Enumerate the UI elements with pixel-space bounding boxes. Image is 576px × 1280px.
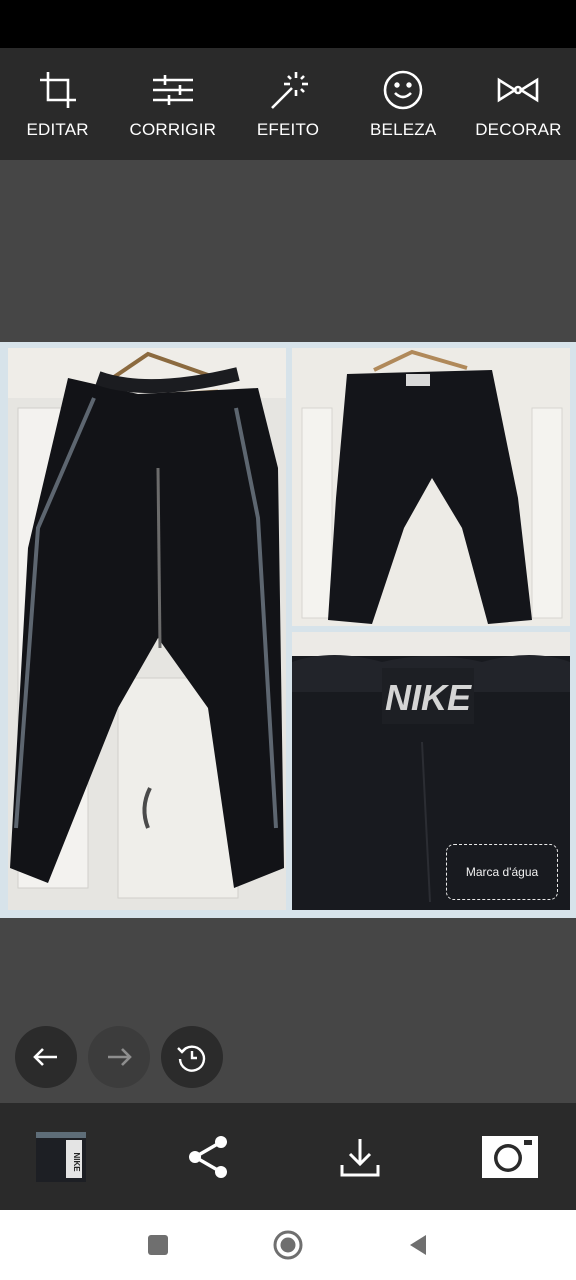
redo-button[interactable] (88, 1026, 150, 1088)
square-icon (148, 1235, 168, 1255)
history-button[interactable] (161, 1026, 223, 1088)
tool-corrigir[interactable]: CORRIGIR (115, 48, 230, 160)
tool-beleza[interactable]: BELEZA (346, 48, 461, 160)
tool-label: BELEZA (370, 120, 437, 139)
arrow-right-icon (108, 1048, 132, 1066)
recents-button[interactable] (138, 1225, 178, 1265)
gallery-thumbnail[interactable]: NIKE (36, 1103, 86, 1210)
circle-home-icon (273, 1230, 303, 1260)
crop-icon (39, 72, 76, 108)
camera-icon (482, 1135, 538, 1178)
smile-icon (383, 70, 423, 110)
sliders-icon (152, 75, 193, 105)
pants-back-image (292, 348, 570, 626)
bow-tie-icon (498, 77, 539, 103)
home-button[interactable] (268, 1225, 308, 1265)
photo-pants-back[interactable] (292, 348, 570, 626)
tool-efeito[interactable]: EFEITO (230, 48, 345, 160)
share-button[interactable] (180, 1103, 236, 1210)
history-clock-icon (177, 1045, 206, 1072)
photo-collage[interactable]: NIKE (0, 342, 576, 918)
watermark-label: Marca d'água (465, 865, 539, 879)
tool-label: DECORAR (475, 120, 562, 139)
pants-front-image (8, 348, 286, 910)
photo-pants-front[interactable] (8, 348, 286, 910)
watermark-button[interactable]: Marca d'água (446, 844, 558, 900)
tool-label: EFEITO (256, 120, 320, 139)
share-icon (189, 1135, 227, 1178)
tool-label: EDITAR (26, 120, 89, 139)
nike-logo-text: NIKE (385, 677, 472, 718)
magic-wand-icon (271, 72, 308, 109)
download-icon (340, 1138, 380, 1176)
thumbnail-image: NIKE (36, 1131, 86, 1182)
thumbnail-art: NIKE (36, 1131, 86, 1182)
triangle-back-icon (410, 1235, 426, 1255)
system-nav-bar (0, 1210, 576, 1280)
tool-decorar[interactable]: DECORAR (461, 48, 576, 160)
tool-editar[interactable]: EDITAR (0, 48, 115, 160)
editor-toolbar: EDITAR CORRIGIR EFEITO BELEZA DECORAR (0, 48, 576, 160)
bottom-action-bar: NIKE (0, 1103, 576, 1210)
back-button[interactable] (398, 1225, 438, 1265)
undo-button[interactable] (15, 1026, 77, 1088)
status-bar (0, 0, 576, 48)
tool-label: CORRIGIR (129, 120, 217, 139)
arrow-left-icon (33, 1048, 57, 1066)
download-button[interactable] (332, 1103, 388, 1210)
camera-button[interactable] (478, 1103, 542, 1210)
thumbnail-brand-text: NIKE (72, 1152, 81, 1172)
